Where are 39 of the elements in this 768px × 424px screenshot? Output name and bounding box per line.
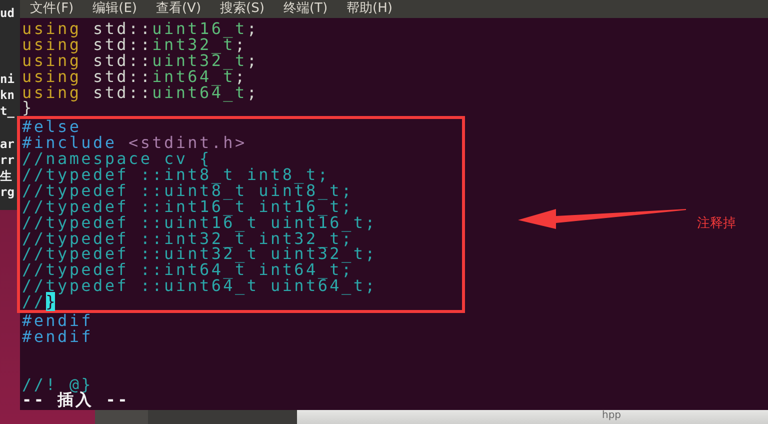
file-tab-label[interactable]: hpp <box>602 410 622 421</box>
background-text: ud <box>0 5 16 22</box>
code-line: //typedef ::uint16_t uint16_t; <box>22 214 377 231</box>
menu-item[interactable]: 编辑(E) <box>92 0 137 18</box>
code-line: #else <box>22 119 82 136</box>
code-line: using std::uint16_t; <box>22 21 259 37</box>
code-line: using std::int32_t; <box>22 36 247 53</box>
code-line: //typedef ::uint32_t uint32_t; <box>22 246 377 262</box>
menu-item[interactable]: 终端(T) <box>283 0 328 18</box>
background-text: rg <box>0 184 16 200</box>
code-line: //namespace cv { <box>22 151 212 168</box>
menu-item[interactable]: 搜索(S) <box>220 0 264 18</box>
background-text: rr <box>0 152 16 168</box>
menu-item[interactable]: 帮助(H) <box>346 0 392 18</box>
mode-indicator: -- 插入 -- <box>22 392 130 408</box>
code-line: //! @} <box>22 376 93 392</box>
code-line: #endif <box>22 328 93 345</box>
code-text: // <box>22 292 46 312</box>
code-line: using std::int64_t; <box>22 68 247 85</box>
code-line: #include <stdint.h> <box>22 135 247 152</box>
annotation-label: 注释掉 <box>697 215 736 233</box>
code-line: using std::uint64_t; <box>22 84 259 100</box>
background-text: t_ <box>0 103 16 120</box>
code-line: //typedef ::int64_t int64_t; <box>22 262 354 278</box>
code-line: using std::uint32_t; <box>22 52 259 69</box>
background-text: ar <box>0 136 16 152</box>
text-cursor: } <box>46 292 56 312</box>
code-line: //typedef ::uint64_t uint64_t; <box>22 278 377 294</box>
menu-item[interactable]: 文件(F) <box>30 0 74 18</box>
background-text: 生 <box>0 168 13 184</box>
menu-item[interactable]: 查看(V) <box>156 0 202 18</box>
code-line: //typedef ::int32_t int32_t; <box>22 230 354 246</box>
code-line: //typedef ::int8_t int8_t; <box>22 167 330 183</box>
code-line: #endif <box>22 313 93 329</box>
background-text: kn <box>0 86 16 104</box>
background-text: ni <box>0 70 16 87</box>
code-line: //typedef ::uint8_t uint8_t; <box>22 182 354 199</box>
code-line: } <box>22 100 34 116</box>
code-line: //typedef ::int16_t int16_t; <box>22 198 354 215</box>
